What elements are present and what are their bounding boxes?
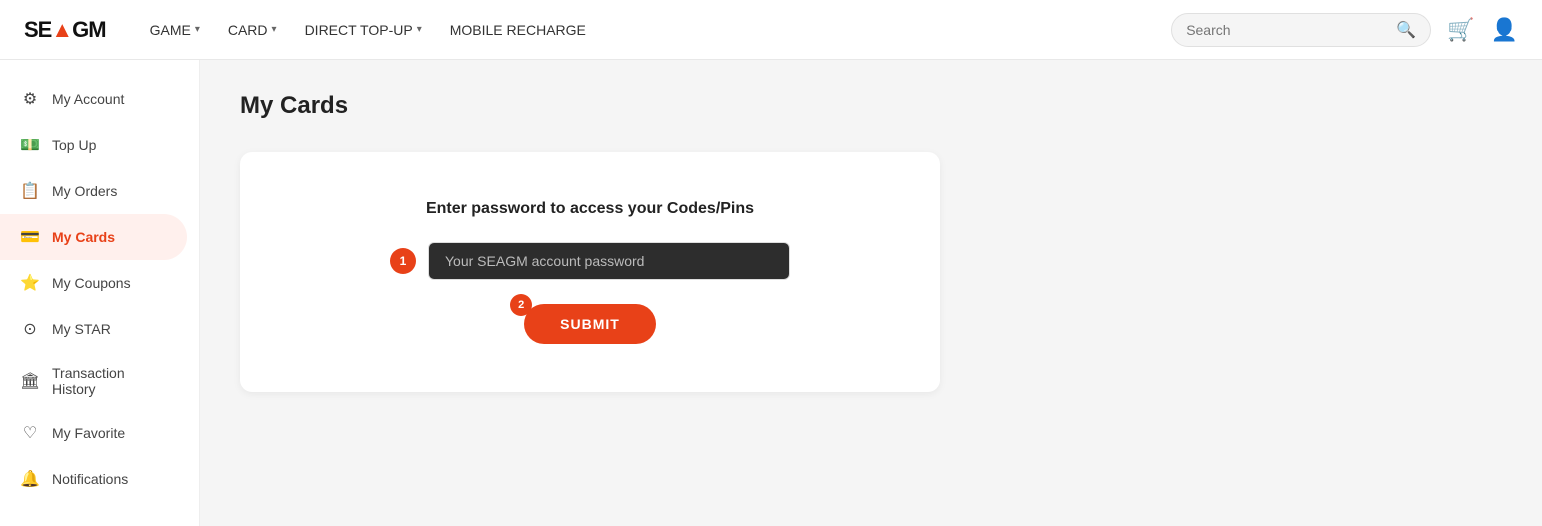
sidebar-item-history[interactable]: 🏛 Transaction History — [0, 352, 187, 410]
logo[interactable]: SE▲GM — [24, 17, 106, 43]
topup-icon: 💵 — [20, 135, 40, 155]
star-icon: ⊙ — [20, 319, 40, 339]
header: SE▲GM GAME ▾ CARD ▾ DIRECT TOP-UP ▾ MOBI… — [0, 0, 1542, 60]
gear-icon: ⚙ — [20, 89, 40, 109]
sidebar-item-cards[interactable]: 💳 My Cards — [0, 214, 187, 260]
card-panel-title: Enter password to access your Codes/Pins — [426, 200, 754, 218]
password-row: 1 — [390, 242, 790, 280]
step-2-badge: 2 — [510, 294, 532, 316]
nav-item-mobile-recharge[interactable]: MOBILE RECHARGE — [438, 14, 598, 46]
step-1-badge: 1 — [390, 248, 416, 274]
cards-icon: 💳 — [20, 227, 40, 247]
orders-icon: 📋 — [20, 181, 40, 201]
search-input[interactable] — [1186, 22, 1390, 38]
history-icon: 🏛 — [20, 371, 40, 391]
heart-icon: ♡ — [20, 423, 40, 443]
sidebar-item-account[interactable]: ⚙ My Account — [0, 76, 187, 122]
page-title: My Cards — [240, 92, 1502, 120]
submit-row: 2 SUBMIT — [524, 304, 656, 344]
chevron-down-icon: ▾ — [417, 24, 422, 35]
sidebar-item-topup[interactable]: 💵 Top Up — [0, 122, 187, 168]
submit-button[interactable]: SUBMIT — [524, 304, 656, 344]
sidebar-item-favorite[interactable]: ♡ My Favorite — [0, 410, 187, 456]
header-right: 🔍 🛒 👤 — [1171, 13, 1518, 47]
sidebar-item-coupons[interactable]: ⭐ My Coupons — [0, 260, 187, 306]
sidebar: ⚙ My Account 💵 Top Up 📋 My Orders 💳 My C… — [0, 60, 200, 526]
search-icon: 🔍 — [1396, 20, 1416, 40]
chevron-down-icon: ▾ — [272, 24, 277, 35]
card-panel: Enter password to access your Codes/Pins… — [240, 152, 940, 392]
search-bar[interactable]: 🔍 — [1171, 13, 1431, 47]
nav-item-direct-topup[interactable]: DIRECT TOP-UP ▾ — [293, 14, 434, 46]
sidebar-item-orders[interactable]: 📋 My Orders — [0, 168, 187, 214]
nav-item-card[interactable]: CARD ▾ — [216, 14, 289, 46]
bell-icon: 🔔 — [20, 469, 40, 489]
sidebar-item-star[interactable]: ⊙ My STAR — [0, 306, 187, 352]
logo-text: SE▲GM — [24, 17, 106, 43]
account-icon[interactable]: 👤 — [1491, 17, 1518, 43]
chevron-down-icon: ▾ — [195, 24, 200, 35]
coupons-icon: ⭐ — [20, 273, 40, 293]
nav-item-game[interactable]: GAME ▾ — [138, 14, 212, 46]
layout: ⚙ My Account 💵 Top Up 📋 My Orders 💳 My C… — [0, 60, 1542, 526]
sidebar-item-notifications[interactable]: 🔔 Notifications — [0, 456, 187, 502]
cart-icon[interactable]: 🛒 — [1447, 17, 1474, 43]
main-content: My Cards Enter password to access your C… — [200, 60, 1542, 526]
main-nav: GAME ▾ CARD ▾ DIRECT TOP-UP ▾ MOBILE REC… — [138, 14, 1172, 46]
password-input[interactable] — [428, 242, 790, 280]
